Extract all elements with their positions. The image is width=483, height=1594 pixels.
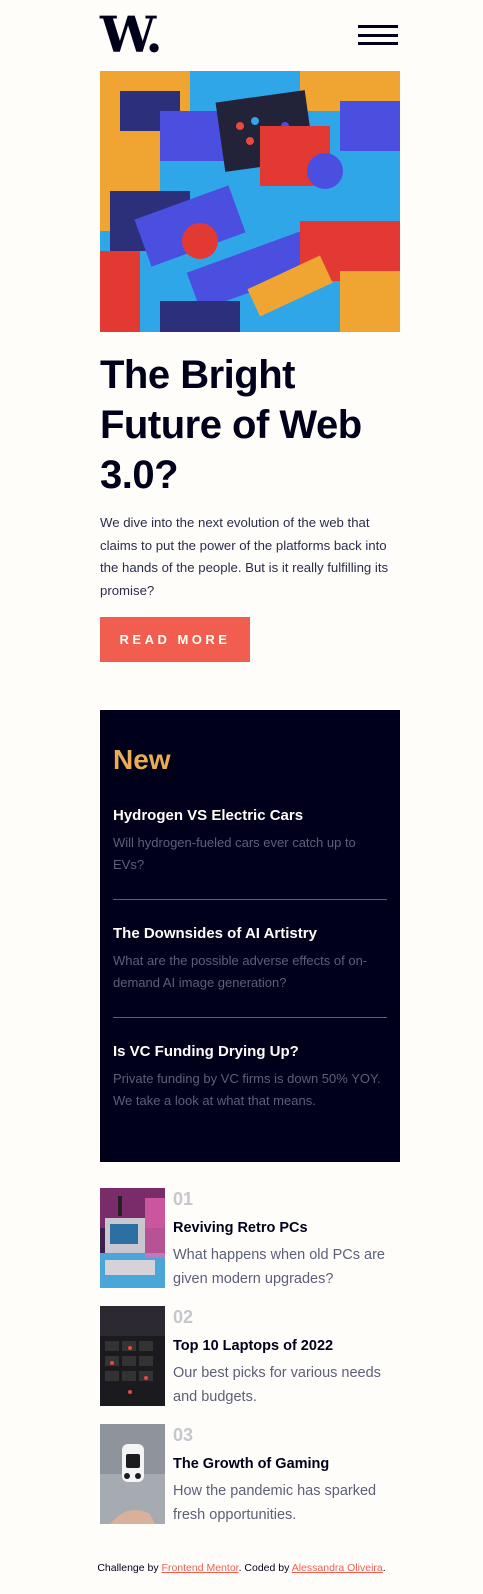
retro-pc-thumbnail [100,1188,165,1288]
list-item-number: 02 [173,1307,194,1327]
list-item[interactable]: 03 The Growth of Gaming How the pandemic… [100,1424,400,1524]
news-item[interactable]: The Downsides of AI Artistry What are th… [113,924,387,1018]
hero-lead: We dive into the next evolution of the w… [100,512,390,602]
news-item-text: Private funding by VC firms is down 50% … [113,1071,381,1108]
hamburger-icon[interactable] [358,25,398,45]
list-item-number: 01 [173,1189,194,1209]
author-link[interactable]: Alessandra Oliveira [292,1562,383,1574]
list-item-title[interactable]: Reviving Retro PCs [173,1218,308,1238]
page-title: The Bright Future of Web 3.0? [100,353,362,497]
list-item-text: Our best picks for various needs and bud… [173,1365,381,1405]
list-item-number: 03 [173,1425,194,1445]
attribution-suffix: . [382,1562,386,1574]
news-item-title[interactable]: Is VC Funding Drying Up? [113,1042,387,1062]
new-heading: New [113,744,171,775]
news-item-title[interactable]: The Downsides of AI Artistry [113,924,387,944]
list-item-title[interactable]: Top 10 Laptops of 2022 [173,1336,333,1356]
frontend-mentor-link[interactable]: Frontend Mentor [162,1562,239,1574]
hamburger-line [358,33,398,37]
laptop-keyboard-thumbnail [100,1306,165,1406]
hamburger-line [358,25,398,28]
list-item-title[interactable]: The Growth of Gaming [173,1454,329,1474]
news-item-title[interactable]: Hydrogen VS Electric Cars [113,806,387,826]
attribution-prefix: Challenge by [97,1562,159,1574]
hamburger-line [358,42,398,45]
list-item[interactable]: 02 Top 10 Laptops of 2022 Our best picks… [100,1306,400,1406]
news-item[interactable]: Hydrogen VS Electric Cars Will hydrogen-… [113,806,387,900]
news-item-text: Will hydrogen-fueled cars ever catch up … [113,835,356,872]
site-logo[interactable]: W. [100,10,163,60]
hero-image [100,71,400,332]
list-item[interactable]: 01 Reviving Retro PCs What happens when … [100,1188,400,1288]
list-item-text: How the pandemic has sparked fresh oppor… [173,1483,377,1523]
new-panel: New Hydrogen VS Electric Cars Will hydro… [100,710,400,1162]
news-item-text: What are the possible adverse effects of… [113,953,368,990]
attribution-middle: . Coded by [238,1562,290,1574]
hero-lead-text: We dive into the next evolution of the w… [100,515,389,598]
news-item[interactable]: Is VC Funding Drying Up? Private funding… [113,1042,387,1135]
read-more-button[interactable]: Read more [100,617,250,662]
list-item-text: What happens when old PCs are given mode… [173,1247,385,1287]
attribution: Challenge by Frontend Mentor. Coded by A… [0,1562,483,1574]
game-controller-thumbnail [100,1424,165,1524]
